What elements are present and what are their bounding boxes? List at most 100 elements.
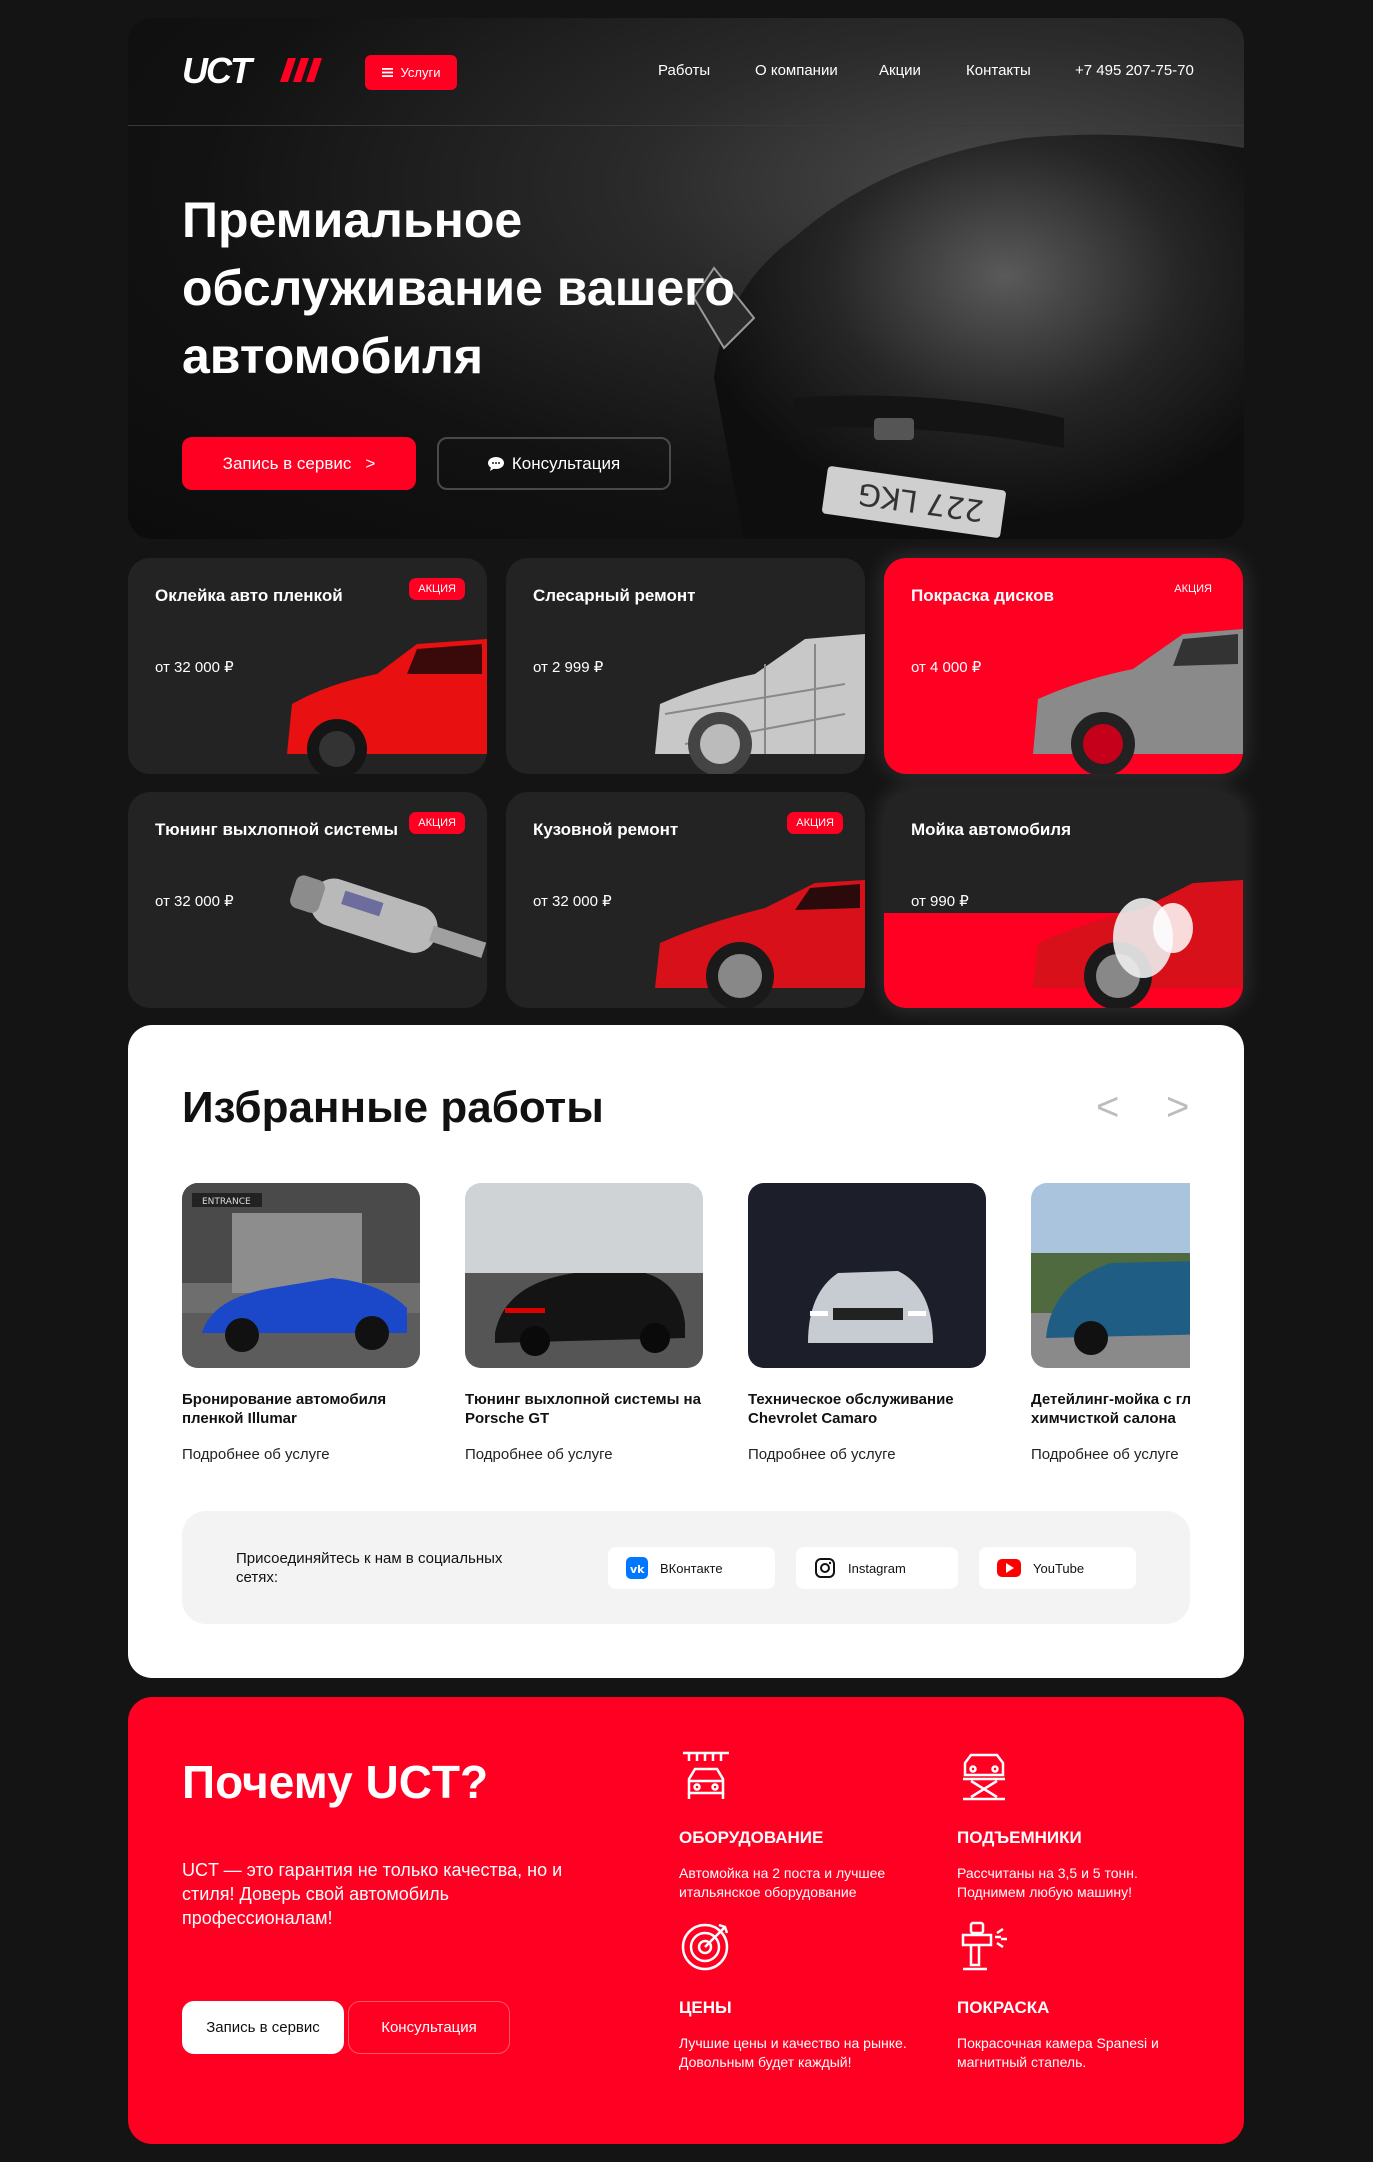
logo-text: UCT	[182, 50, 252, 91]
nav-link-works[interactable]: Работы	[658, 62, 710, 79]
service-card-wrap[interactable]: Оклейка авто пленкой от 32 000 ₽ АКЦИЯ	[128, 558, 487, 774]
section-title: Избранные работы	[182, 1083, 604, 1132]
nav-link-contacts[interactable]: Контакты	[966, 62, 1031, 79]
feature-lifts: ПОДЪЕМНИКИ Рассчитаны на 3,5 и 5 тонн. П…	[957, 1749, 1207, 1902]
service-price: от 32 000 ₽	[533, 893, 612, 910]
work-details-link[interactable]: Подробнее об услуге	[748, 1446, 986, 1463]
service-card-wash[interactable]: Мойка автомобиля от 990 ₽	[884, 792, 1243, 1008]
feature-desc: Лучшие цены и качество на рынке. Довольн…	[679, 2035, 907, 2070]
chevron-right-icon: >	[365, 453, 376, 473]
work-title: Техническое обслуживание Chevrolet Camar…	[748, 1391, 954, 1427]
feature-desc: Рассчитаны на 3,5 и 5 тонн. Поднимем люб…	[957, 1865, 1138, 1900]
work-card[interactable]: Детейлинг-мойка с глубокой химчисткой са…	[1031, 1183, 1190, 1463]
work-details-link[interactable]: Подробнее об услуге	[1031, 1446, 1190, 1463]
spray-gun-icon	[961, 1921, 1007, 1971]
hamburger-icon	[381, 68, 393, 77]
services-label: Услуги	[400, 65, 441, 80]
top-navbar: UCT Услуги Работы О компании Акции Конта…	[128, 18, 1244, 126]
promo-badge: АКЦИЯ	[409, 578, 465, 600]
feature-title: ПОДЪЕМНИКИ	[957, 1828, 1082, 1847]
service-title: Покраска дисков	[911, 586, 1054, 605]
camaro-image	[748, 1183, 986, 1368]
service-price: от 2 999 ₽	[533, 659, 604, 676]
work-card[interactable]: ENTRANCE Бронирование автомобиля пленкой…	[182, 1183, 420, 1463]
nav-link-about[interactable]: О компании	[755, 62, 838, 79]
instagram-button[interactable]: Instagram	[796, 1547, 958, 1589]
blue-coupe-image: ENTRANCE	[182, 1183, 420, 1368]
feature-title: ЦЕНЫ	[679, 1998, 732, 2017]
promo-badge: АКЦИЯ	[787, 812, 843, 834]
work-image	[465, 1183, 703, 1368]
target-icon	[681, 1923, 729, 1971]
entrance-sign: ENTRANCE	[202, 1197, 251, 1207]
youtube-icon	[997, 1559, 1021, 1577]
logo[interactable]: UCT	[182, 50, 322, 91]
consultation-button[interactable]: Консультация	[437, 437, 671, 490]
why-section: Почему UCT? UCT — это гарантия не только…	[128, 1697, 1244, 2144]
service-price: от 990 ₽	[911, 893, 969, 910]
nav-phone[interactable]: +7 495 207-75-70	[1075, 62, 1194, 79]
book-service-button[interactable]: Запись в сервис	[182, 2001, 344, 2054]
service-title: Кузовной ремонт	[533, 820, 679, 839]
feature-title: ПОКРАСКА	[957, 1998, 1050, 2017]
youtube-button[interactable]: YouTube	[979, 1547, 1136, 1589]
why-description: UCT — это гарантия не только качества, н…	[182, 1860, 563, 1928]
logo-stripes-icon	[280, 58, 322, 82]
service-card-body[interactable]: Кузовной ремонт от 32 000 ₽ АКЦИЯ	[506, 792, 865, 1008]
service-price: от 32 000 ₽	[155, 659, 234, 676]
hero-section: 227 LKG UCT Услуги Работы О компании Акц…	[128, 18, 1244, 539]
youtube-label: YouTube	[1033, 1560, 1085, 1576]
car-wash-image	[1033, 880, 1243, 1008]
exhaust-muffler-image	[290, 875, 487, 958]
work-card[interactable]: Тюнинг выхлопной системы на Porsche GT П…	[465, 1183, 703, 1463]
carousel-prev-icon[interactable]: <	[1096, 1085, 1119, 1130]
work-card[interactable]: Техническое обслуживание Chevrolet Camar…	[748, 1183, 986, 1463]
section-title: Почему UCT?	[182, 1756, 489, 1808]
vk-button[interactable]: vk ВКонтакте	[608, 1547, 775, 1589]
service-card-mechanic[interactable]: Слесарный ремонт от 2 999 ₽	[506, 558, 865, 774]
feature-title: ОБОРУДОВАНИЕ	[679, 1828, 824, 1847]
service-title: Тюнинг выхлопной системы	[155, 820, 398, 839]
service-card-exhaust[interactable]: Тюнинг выхлопной системы от 32 000 ₽ АКЦ…	[128, 792, 487, 1008]
nav-link-promo[interactable]: Акции	[879, 62, 921, 79]
promo-badge: АКЦИЯ	[1174, 583, 1212, 595]
work-title: Бронирование автомобиля пленкой Illumar	[182, 1391, 387, 1427]
vk-icon: vk	[626, 1557, 648, 1579]
work-details-link[interactable]: Подробнее об услуге	[182, 1446, 420, 1463]
service-title: Мойка автомобиля	[911, 820, 1072, 839]
work-title: Тюнинг выхлопной системы на Porsche GT	[465, 1391, 701, 1427]
work-image: ENTRANCE	[182, 1183, 420, 1368]
service-price: от 32 000 ₽	[155, 893, 234, 910]
red-sportscar-image	[655, 880, 865, 1008]
service-card-rims[interactable]: Покраска дисков от 4 000 ₽ АКЦИЯ	[884, 558, 1243, 774]
blue-hatchback-image	[1031, 1183, 1190, 1368]
instagram-icon	[815, 1558, 835, 1578]
hero-car-image: 227 LKG	[692, 134, 1244, 539]
book-service-label: Запись в сервис	[222, 453, 352, 473]
feature-desc: Автомойка на 2 поста и лучшее итальянско…	[679, 1865, 886, 1900]
carousel-next-icon[interactable]: >	[1166, 1085, 1189, 1130]
work-title: Детейлинг-мойка с глубокой химчисткой са…	[1031, 1391, 1190, 1427]
xray-car-image	[655, 634, 865, 774]
service-price: от 4 000 ₽	[911, 659, 982, 676]
services-menu-button[interactable]: Услуги	[365, 55, 457, 90]
car-lift-icon	[963, 1753, 1005, 1801]
service-title: Слесарный ремонт	[533, 586, 696, 605]
porsche-image	[465, 1183, 703, 1368]
chat-bubble-icon	[487, 456, 504, 471]
featured-works-section: Избранные работы < > ENTRANCE Бронирован…	[128, 1025, 1244, 1678]
hero-title: Премиальное обслуживание вашего автомоби…	[182, 192, 735, 384]
svg-text:vk: vk	[630, 1563, 645, 1576]
car-wash-icon	[683, 1751, 729, 1799]
work-image	[748, 1183, 986, 1368]
feature-painting: ПОКРАСКА Покрасочная камера Spanesi и ма…	[957, 1919, 1207, 2072]
consultation-button[interactable]: Консультация	[348, 2001, 510, 2054]
book-service-button[interactable]: Запись в сервис >	[182, 437, 416, 490]
social-panel: Присоединяйтесь к нам в социальных сетях…	[182, 1511, 1190, 1624]
grey-suv-image	[1033, 629, 1243, 774]
service-title: Оклейка авто пленкой	[155, 586, 343, 605]
social-text: Присоединяйтесь к нам в социальных сетях…	[236, 1550, 503, 1586]
promo-badge: АКЦИЯ	[409, 812, 465, 834]
instagram-label: Instagram	[848, 1560, 906, 1576]
work-details-link[interactable]: Подробнее об услуге	[465, 1446, 703, 1463]
